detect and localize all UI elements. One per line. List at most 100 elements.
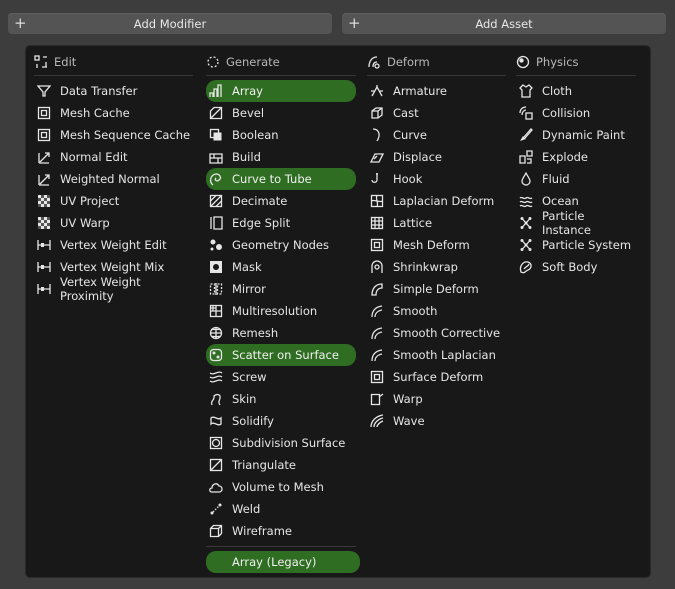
cast-icon <box>370 106 384 120</box>
modifier-menu: Edit Data Transfer Mesh Cache Mesh Sequence… <box>26 46 650 577</box>
menu-item-armature[interactable]: Armature <box>367 80 506 102</box>
menu-item-displace[interactable]: Displace <box>367 146 506 168</box>
menu-item-array[interactable]: Array <box>206 80 356 102</box>
menu-item-fluid[interactable]: Fluid <box>516 168 636 190</box>
menu-item-label: Decimate <box>232 194 288 208</box>
menu-item-smooth-corrective[interactable]: Smooth Corrective <box>367 322 506 344</box>
array-icon <box>209 84 223 98</box>
menu-item-label: Multiresolution <box>232 304 318 318</box>
menu-item-mesh-sequence-cache[interactable]: Mesh Sequence Cache <box>34 124 193 146</box>
menu-item-dynamic-paint[interactable]: Dynamic Paint <box>516 124 636 146</box>
menu-item-mirror[interactable]: Mirror <box>206 278 356 300</box>
menu-item-bevel[interactable]: Bevel <box>206 102 356 124</box>
add-asset-button[interactable]: + Add Asset <box>342 13 666 34</box>
menu-item-uv-warp[interactable]: UV Warp <box>34 212 193 234</box>
menu-item-label: Hook <box>393 172 423 186</box>
menu-item-collision[interactable]: Collision <box>516 102 636 124</box>
menu-item-label: Subdivision Surface <box>232 436 346 450</box>
menu-item-label: Particle Instance <box>542 209 591 237</box>
menu-item-cloth[interactable]: Cloth <box>516 80 636 102</box>
menu-item-solidify[interactable]: Solidify <box>206 410 356 432</box>
edit-icon <box>34 55 48 69</box>
menu-item-edge-split[interactable]: Edge Split <box>206 212 356 234</box>
menu-item-smooth[interactable]: Smooth <box>367 300 506 322</box>
menu-item-normal-edit[interactable]: Normal Edit <box>34 146 193 168</box>
menu-item-shrinkwrap[interactable]: Shrinkwrap <box>367 256 506 278</box>
menu-item-hook[interactable]: Hook <box>367 168 506 190</box>
menu-item-soft-body[interactable]: Soft Body <box>516 256 636 278</box>
menu-item-label: UV Project <box>60 194 120 208</box>
menu-item-array-legacy[interactable]: Array (Legacy) <box>206 551 360 573</box>
menu-item-multiresolution[interactable]: Multiresolution <box>206 300 356 322</box>
menu-item-label: Curve to Tube <box>232 172 312 186</box>
menu-item-mask[interactable]: Mask <box>206 256 356 278</box>
cloth-icon <box>519 84 533 98</box>
menu-item-lattice[interactable]: Lattice <box>367 212 506 234</box>
menu-item-vertex-weight-edit[interactable]: Vertex Weight Edit <box>34 234 193 256</box>
menu-item-decimate[interactable]: Decimate <box>206 190 356 212</box>
menu-item-label: Bevel <box>232 106 265 120</box>
menu-item-triangulate[interactable]: Triangulate <box>206 454 356 476</box>
menu-item-label: Mesh Cache <box>60 106 130 120</box>
shrinkwrap-icon <box>370 260 384 274</box>
uv-warp-icon <box>37 216 51 230</box>
weld-icon <box>209 502 223 516</box>
multiresolution-icon <box>209 304 223 318</box>
menu-item-mesh-cache[interactable]: Mesh Cache <box>34 102 193 124</box>
deform-icon <box>367 55 381 69</box>
column-divider <box>516 75 636 76</box>
screw-icon <box>209 370 223 384</box>
menu-item-geometry-nodes[interactable]: Geometry Nodes <box>206 234 356 256</box>
menu-item-cast[interactable]: Cast <box>367 102 506 124</box>
menu-item-data-transfer[interactable]: Data Transfer <box>34 80 193 102</box>
ocean-icon <box>519 194 533 208</box>
menu-item-remesh[interactable]: Remesh <box>206 322 356 344</box>
displace-icon <box>370 150 384 164</box>
menu-item-wireframe[interactable]: Wireframe <box>206 520 356 542</box>
menu-item-curve[interactable]: Curve <box>367 124 506 146</box>
menu-item-uv-project[interactable]: UV Project <box>34 190 193 212</box>
menu-item-particle-instance[interactable]: Particle Instance <box>516 209 636 237</box>
menu-item-label: Skin <box>232 392 257 406</box>
menu-item-warp[interactable]: Warp <box>367 388 506 410</box>
collision-icon <box>519 106 533 120</box>
menu-item-label: Wireframe <box>232 524 292 538</box>
menu-item-boolean[interactable]: Boolean <box>206 124 356 146</box>
legacy-divider <box>206 546 356 547</box>
column-title: Deform <box>387 55 430 69</box>
menu-item-surface-deform[interactable]: Surface Deform <box>367 366 506 388</box>
menu-item-label: Cast <box>393 106 419 120</box>
menu-item-label: Scatter on Surface <box>232 348 339 362</box>
menu-item-build[interactable]: Build <box>206 146 356 168</box>
menu-item-curve-to-tube[interactable]: Curve to Tube <box>206 168 356 190</box>
menu-item-label: Cloth <box>542 84 573 98</box>
menu-item-scatter-on-surface[interactable]: Scatter on Surface <box>206 344 356 366</box>
menu-item-skin[interactable]: Skin <box>206 388 356 410</box>
surface-deform-icon <box>370 370 384 384</box>
menu-item-wave[interactable]: Wave <box>367 410 506 432</box>
menu-item-particle-system[interactable]: Particle System <box>516 234 636 256</box>
explode-icon <box>519 150 533 164</box>
column-divider <box>367 75 506 76</box>
menu-item-label: Weighted Normal <box>60 172 160 186</box>
column-divider <box>34 75 193 76</box>
menu-item-simple-deform[interactable]: Simple Deform <box>367 278 506 300</box>
menu-item-label: Collision <box>542 106 591 120</box>
menu-item-explode[interactable]: Explode <box>516 146 636 168</box>
menu-item-screw[interactable]: Screw <box>206 366 356 388</box>
menu-item-label: Data Transfer <box>60 84 138 98</box>
menu-item-mesh-deform[interactable]: Mesh Deform <box>367 234 506 256</box>
menu-item-smooth-laplacian[interactable]: Smooth Laplacian <box>367 344 506 366</box>
plus-icon: + <box>348 14 361 32</box>
add-modifier-button[interactable]: + Add Modifier <box>8 13 332 34</box>
menu-item-vertex-weight-proximity[interactable]: Vertex Weight Proximity <box>34 275 193 303</box>
menu-item-volume-to-mesh[interactable]: Volume to Mesh <box>206 476 356 498</box>
wireframe-icon <box>209 524 223 538</box>
menu-item-laplacian-deform[interactable]: Laplacian Deform <box>367 190 506 212</box>
menu-item-subdivision-surface[interactable]: Subdivision Surface <box>206 432 356 454</box>
boolean-icon <box>209 128 223 142</box>
menu-item-weld[interactable]: Weld <box>206 498 356 520</box>
menu-item-weighted-normal[interactable]: Weighted Normal <box>34 168 193 190</box>
remesh-icon <box>209 326 223 340</box>
